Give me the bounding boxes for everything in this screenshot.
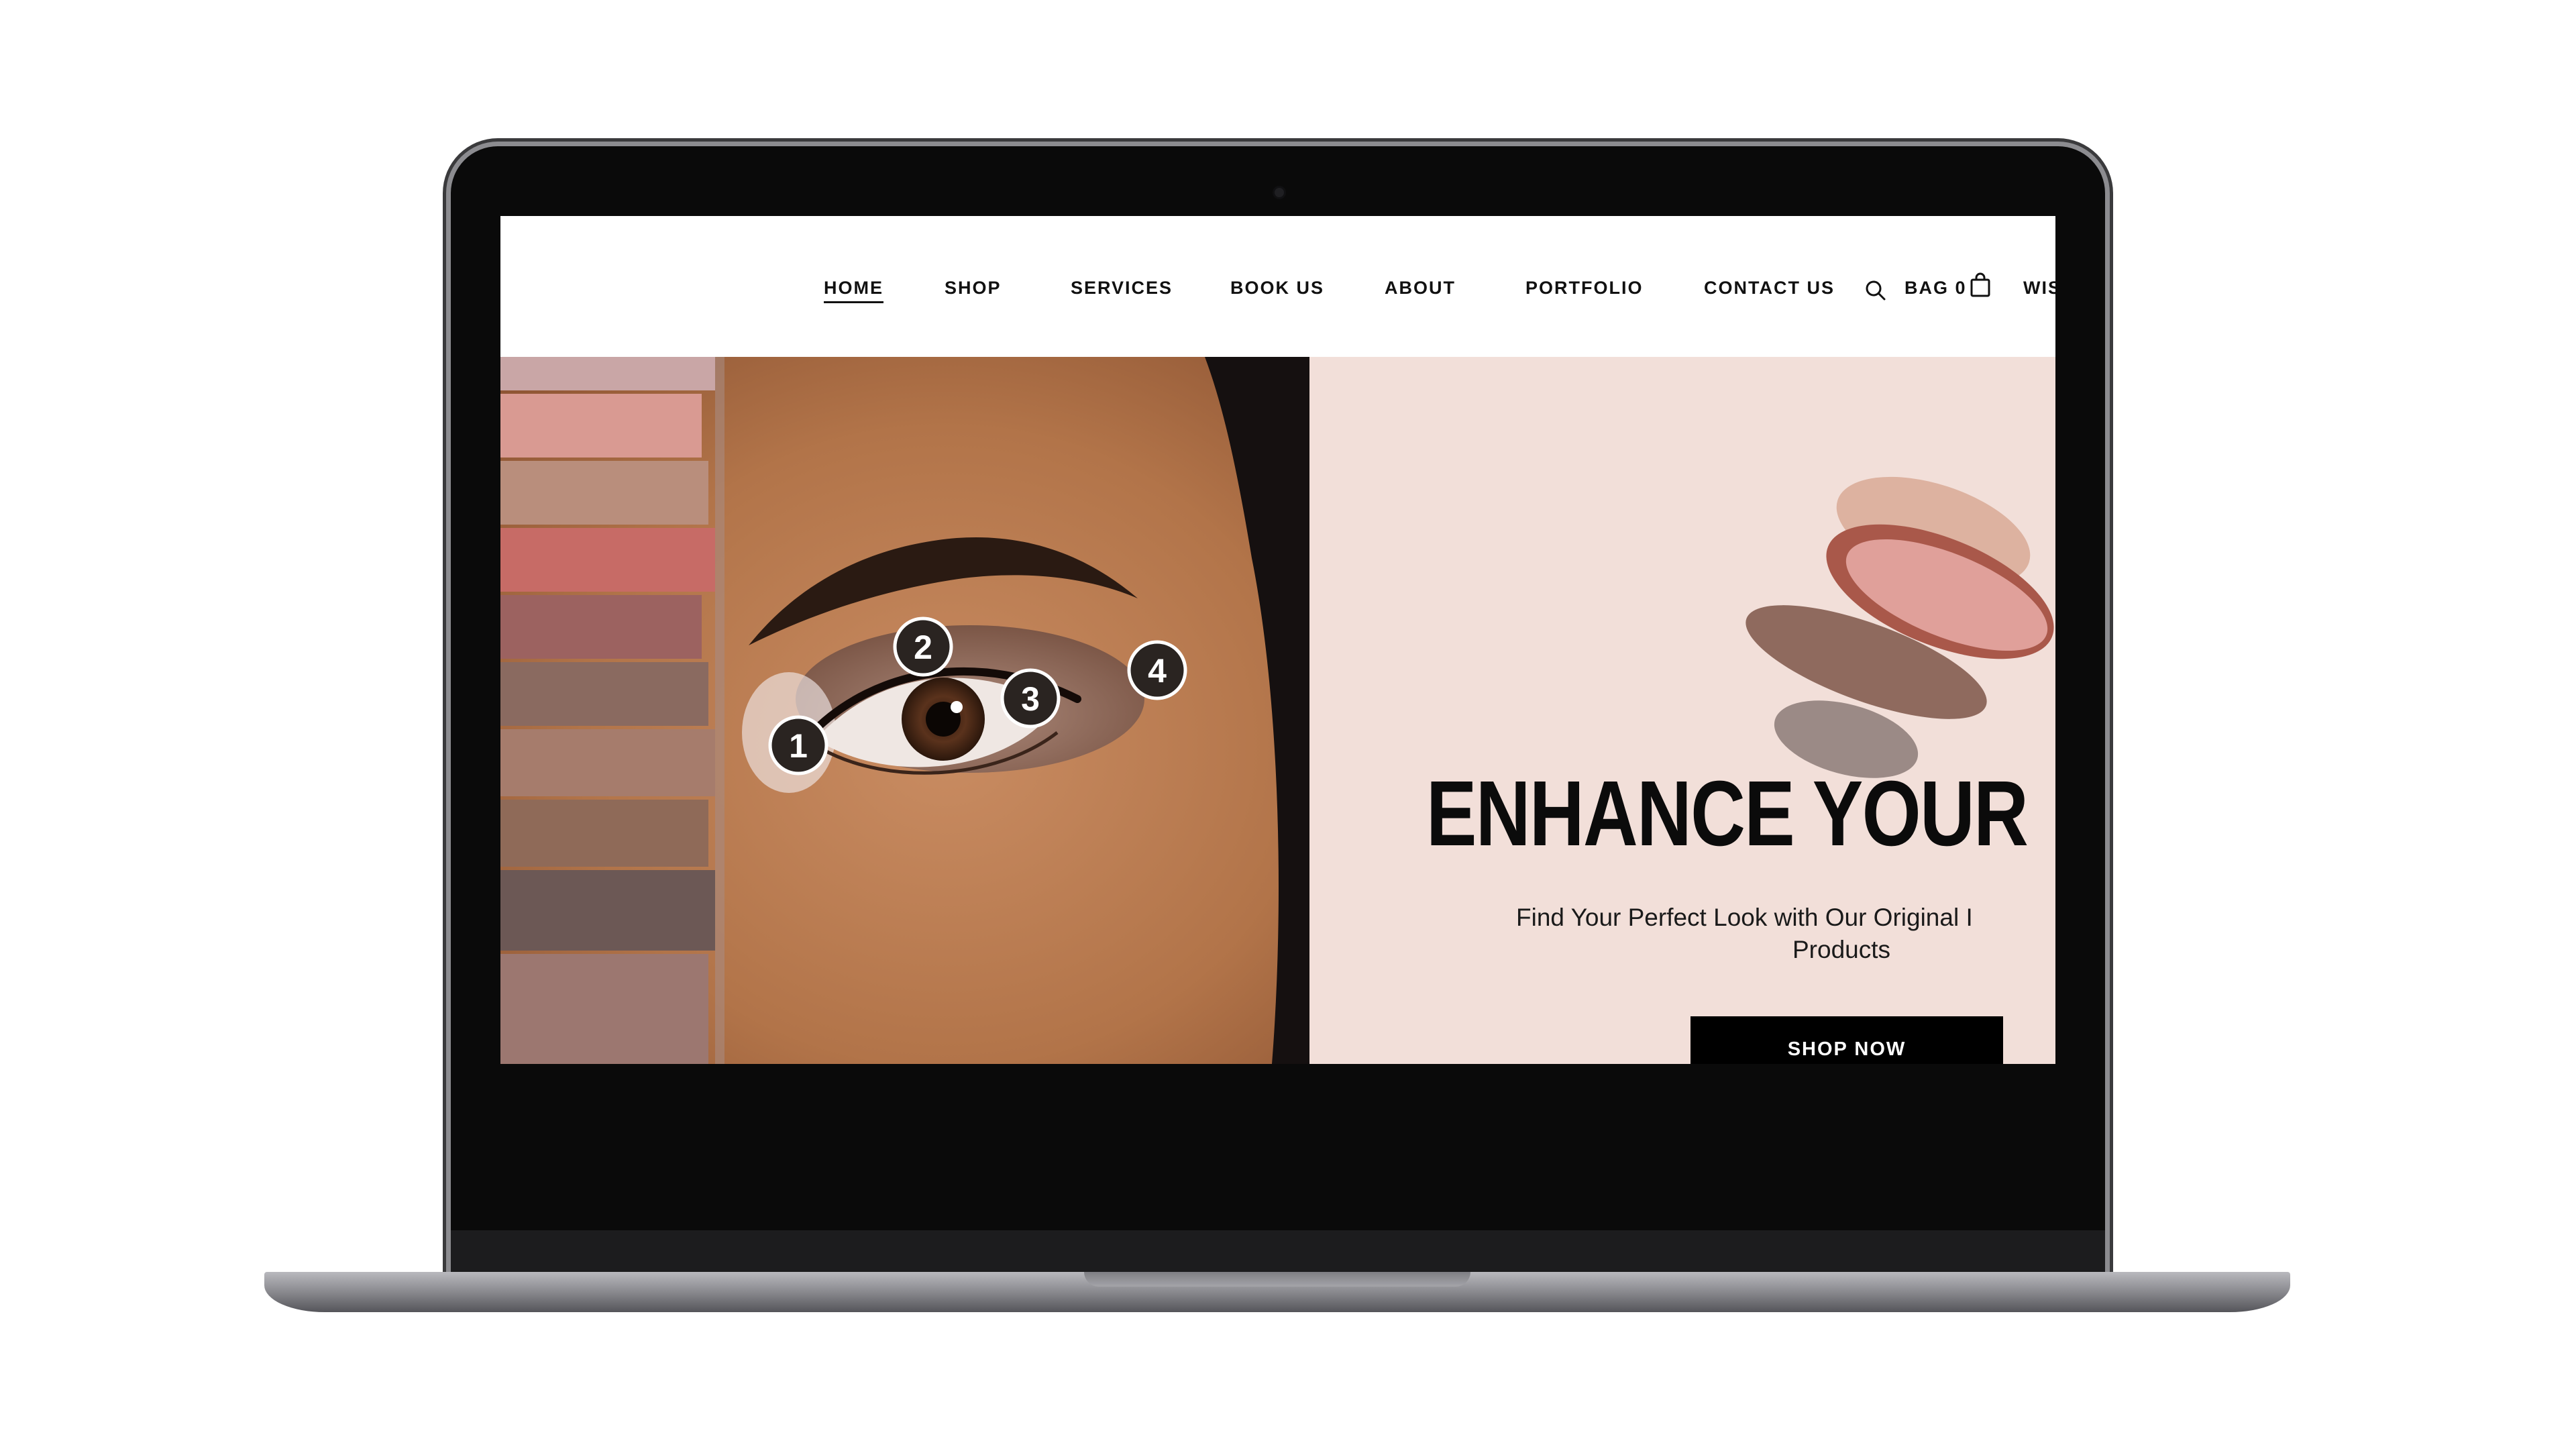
nav-book-us[interactable]: BOOK US — [1230, 278, 1324, 299]
marker-1[interactable]: 1 — [768, 715, 828, 775]
hero-subtitle-line2: Products — [1792, 936, 1891, 963]
nav-about[interactable]: ABOUT — [1385, 278, 1456, 299]
hero-title: ENHANCE YOUR — [1426, 762, 2029, 865]
shopping-bag-icon[interactable] — [1970, 272, 1991, 298]
marker-4-label: 4 — [1148, 652, 1167, 690]
marker-2-label: 2 — [914, 629, 932, 666]
marker-3[interactable]: 3 — [1000, 668, 1061, 729]
marker-2[interactable]: 2 — [893, 616, 953, 677]
device-mockup: HOME SHOP SERVICES BOOK US ABOUT PORTFOL… — [0, 0, 2576, 1449]
wishlist-link[interactable]: WIS — [2023, 278, 2055, 299]
nav-portfolio[interactable]: PORTFOLIO — [1525, 278, 1644, 299]
laptop-base — [264, 1272, 2290, 1312]
nav-services[interactable]: SERVICES — [1071, 278, 1173, 299]
search-icon[interactable] — [1864, 279, 1887, 302]
eye-makeup-photo: 1 2 3 4 — [500, 357, 1309, 1064]
marker-3-label: 3 — [1021, 680, 1040, 718]
website-screen: HOME SHOP SERVICES BOOK US ABOUT PORTFOL… — [500, 216, 2055, 1064]
laptop-notch — [1084, 1272, 1470, 1287]
bag-link[interactable]: BAG 0 — [1904, 278, 1967, 299]
marker-4[interactable]: 4 — [1127, 640, 1187, 700]
laptop-lid: HOME SHOP SERVICES BOOK US ABOUT PORTFOL… — [451, 146, 2105, 1275]
nav-contact-us[interactable]: CONTACT US — [1704, 278, 1835, 299]
shop-now-button[interactable]: SHOP NOW — [1690, 1016, 2003, 1064]
hero-subtitle-line1: Find Your Perfect Look with Our Original… — [1516, 904, 1973, 931]
marker-1-label: 1 — [789, 727, 808, 765]
nav-home[interactable]: HOME — [824, 278, 883, 303]
hero-image: 1 2 3 4 — [500, 357, 1309, 1064]
site-header: HOME SHOP SERVICES BOOK US ABOUT PORTFOL… — [500, 216, 2055, 357]
eyeshadow-palette — [500, 357, 724, 1064]
lid-bezel-bottom — [451, 1230, 2105, 1275]
hero-copy-panel: ENHANCE YOUR Find Your Perfect Look with… — [1309, 357, 2055, 1064]
camera-dot — [1275, 188, 1284, 197]
hero-banner: 1 2 3 4 ENHANCE YOUR Find Your Perfect L… — [500, 357, 2055, 1064]
nav-shop[interactable]: SHOP — [945, 278, 1002, 299]
